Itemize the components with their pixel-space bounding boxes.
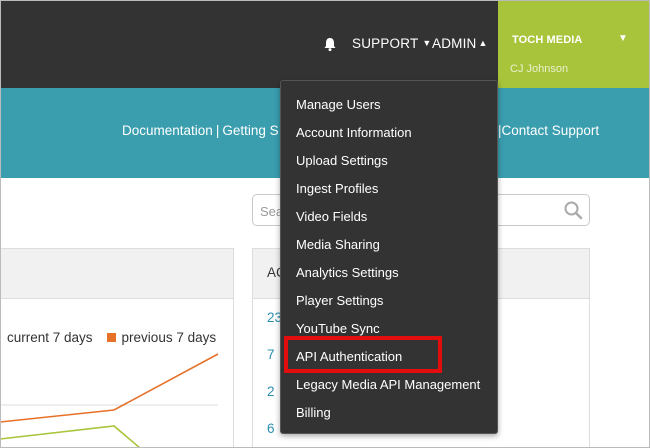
- support-label: SUPPORT: [352, 36, 419, 51]
- menu-item-manage-users[interactable]: Manage Users: [296, 97, 381, 112]
- menu-item-account-information[interactable]: Account Information: [296, 125, 412, 140]
- menu-item-player-settings[interactable]: Player Settings: [296, 293, 383, 308]
- account-org-name: TOCH MEDIA: [512, 34, 583, 46]
- activity-count[interactable]: 7: [267, 347, 275, 362]
- current-series-line: [0, 425, 141, 448]
- menu-item-video-fields[interactable]: Video Fields: [296, 209, 367, 224]
- activity-count[interactable]: 2: [267, 384, 275, 399]
- notification-bell-icon[interactable]: [322, 36, 338, 52]
- panel-header: [0, 249, 233, 299]
- menu-item-legacy-media-api-management[interactable]: Legacy Media API Management: [296, 377, 480, 392]
- menu-item-media-sharing[interactable]: Media Sharing: [296, 237, 380, 252]
- account-chevron-down-icon[interactable]: ▼: [618, 33, 628, 44]
- activity-count[interactable]: 6: [267, 421, 275, 436]
- getting-started-link[interactable]: Getting S: [222, 123, 278, 138]
- admin-dropdown-menu: Manage Users Account Information Upload …: [280, 80, 498, 434]
- menu-item-upload-settings[interactable]: Upload Settings: [296, 153, 388, 168]
- documentation-link[interactable]: Documentation: [122, 123, 213, 138]
- legend-previous-swatch: [106, 333, 116, 342]
- account-switcher[interactable]: TOCH MEDIA ▼ CJ Johnson: [498, 0, 650, 88]
- search-icon[interactable]: [563, 200, 583, 220]
- admin-label: ADMIN: [432, 36, 477, 51]
- legend-previous: previous 7 days: [121, 330, 217, 345]
- app-window: SUPPORT ▼ ADMIN ▲ TOCH MEDIA ▼ CJ Johnso…: [0, 0, 650, 448]
- chevron-down-icon: ▼: [422, 38, 432, 48]
- subnav-links-left: Documentation | Getting S: [122, 123, 279, 138]
- menu-item-youtube-sync[interactable]: YouTube Sync: [296, 321, 380, 336]
- highlight-box: [284, 336, 442, 373]
- admin-menu-toggle[interactable]: ADMIN ▲: [432, 36, 488, 51]
- support-menu[interactable]: SUPPORT ▼: [352, 36, 432, 51]
- chart-legend: current 7 days previous 7 days: [7, 330, 216, 345]
- account-user-name: CJ Johnson: [510, 63, 569, 75]
- contact-support-link[interactable]: Contact Support: [502, 123, 600, 138]
- chevron-up-icon: ▲: [478, 38, 488, 48]
- subnav-separator: |: [215, 123, 220, 138]
- line-chart: [0, 353, 219, 448]
- menu-item-analytics-settings[interactable]: Analytics Settings: [296, 265, 399, 280]
- previous-series-line: [0, 353, 219, 423]
- menu-item-ingest-profiles[interactable]: Ingest Profiles: [296, 181, 378, 196]
- menu-item-billing[interactable]: Billing: [296, 405, 331, 420]
- legend-current: current 7 days: [7, 330, 93, 345]
